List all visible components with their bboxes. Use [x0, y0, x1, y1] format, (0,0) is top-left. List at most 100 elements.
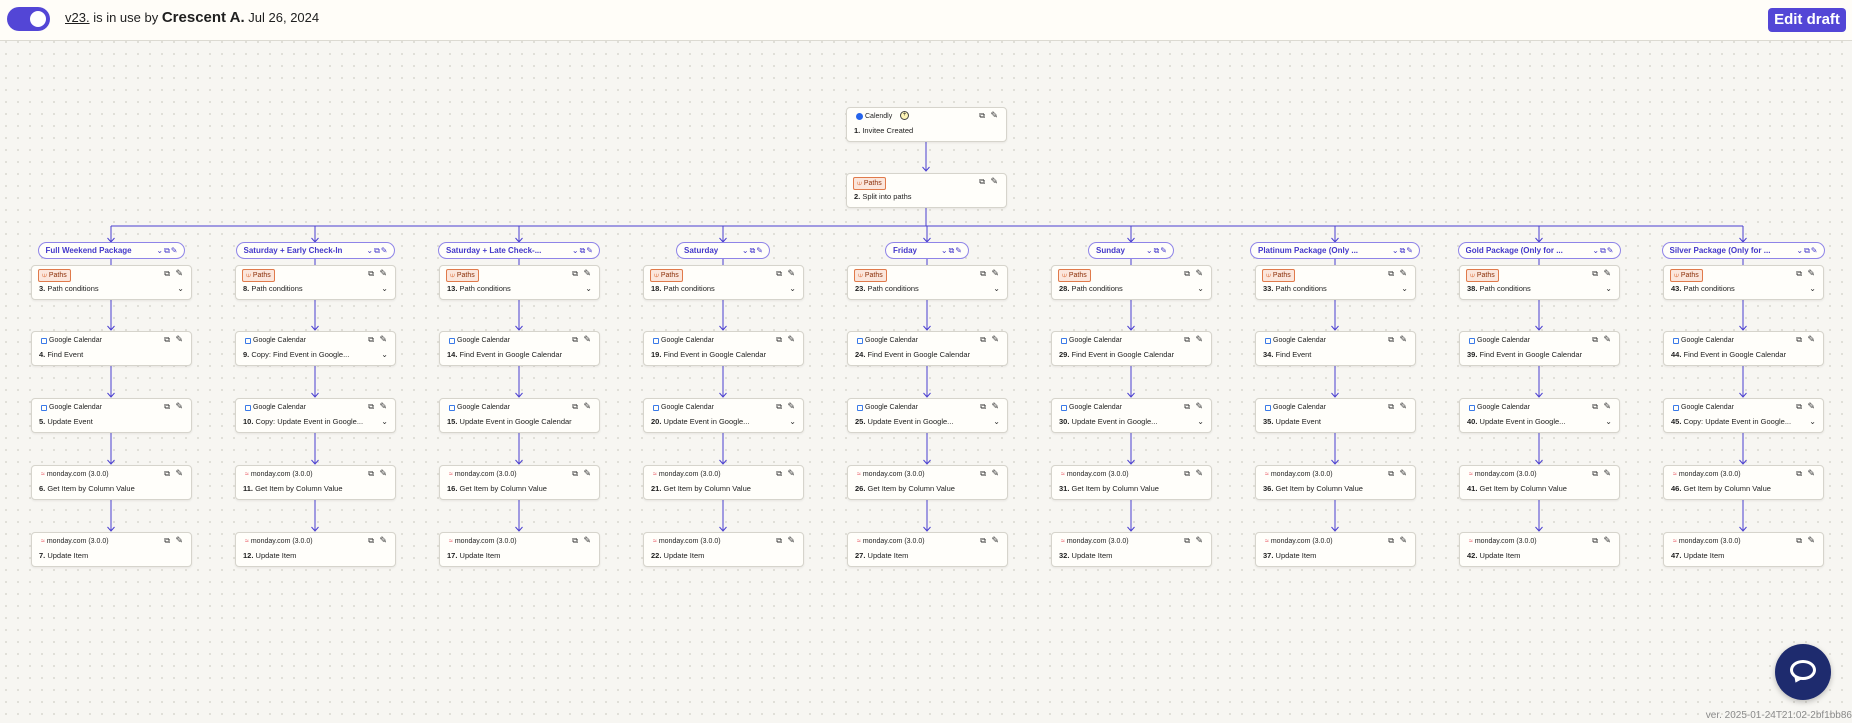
copy-icon[interactable]: ⧉ [1184, 270, 1190, 278]
copy-icon[interactable]: ⧉ [1592, 470, 1598, 478]
edit-pencil-icon[interactable]: ✎ [1807, 269, 1815, 278]
step-card[interactable]: Google Calendar 34. Find Event ⧉ ✎ [1255, 331, 1416, 366]
edit-pencil-icon[interactable]: ✎ [1195, 469, 1203, 478]
copy-icon[interactable]: ⧉ [1592, 537, 1598, 545]
step-card[interactable]: ≈ monday.com (3.0.0) 16. Get Item by Colum… [439, 465, 600, 500]
step-card[interactable]: ⟒ Paths 2. Split into paths ⧉ ✎ [846, 173, 1007, 208]
edit-pencil-icon[interactable]: ✎ [175, 402, 183, 411]
step-card[interactable]: Google Calendar 30. Update Event in Googl… [1051, 398, 1212, 433]
copy-icon[interactable]: ⧉ [164, 470, 170, 478]
step-card[interactable]: ⟒ Paths 33. Path conditions ⧉ ✎ ⌄ [1255, 265, 1416, 300]
step-card[interactable]: ⟒ Paths 13. Path conditions ⧉ ✎ ⌄ [439, 265, 600, 300]
edit-pencil-icon[interactable]: ✎ [583, 269, 591, 278]
edit-pencil-icon[interactable]: ✎ [787, 402, 795, 411]
branch-actions-icon[interactable]: ⌄⧉✎ [1592, 245, 1614, 256]
chevron-down-icon[interactable]: ⌄ [1605, 418, 1612, 426]
edit-pencil-icon[interactable]: ✎ [991, 536, 999, 545]
step-card[interactable]: Google Calendar 35. Update Event ⧉ ✎ [1255, 398, 1416, 433]
copy-icon[interactable]: ⧉ [979, 112, 985, 120]
edit-pencil-icon[interactable]: ✎ [175, 469, 183, 478]
copy-icon[interactable]: ⧉ [1592, 336, 1598, 344]
step-card[interactable]: Google Calendar 5. Update Event ⧉ ✎ [31, 398, 192, 433]
chevron-down-icon[interactable]: ⌄ [381, 418, 388, 426]
step-card[interactable]: ⟒ Paths 38. Path conditions ⧉ ✎ ⌄ [1459, 265, 1620, 300]
chevron-down-icon[interactable]: ⌄ [1401, 285, 1408, 293]
step-card[interactable]: Google Calendar 40. Update Event in Googl… [1459, 398, 1620, 433]
copy-icon[interactable]: ⧉ [980, 270, 986, 278]
step-card[interactable]: ≈ monday.com (3.0.0) 37. Update Item ⧉ ✎ [1255, 532, 1416, 567]
step-card[interactable]: ≈ monday.com (3.0.0) 32. Update Item ⧉ ✎ [1051, 532, 1212, 567]
step-card[interactable]: ⟒ Paths 43. Path conditions ⧉ ✎ ⌄ [1663, 265, 1824, 300]
branch-label-5[interactable]: Friday ⌄⧉✎ [885, 242, 969, 259]
copy-icon[interactable]: ⧉ [776, 270, 782, 278]
step-card[interactable]: ≈ monday.com (3.0.0) 7. Update Item ⧉ ✎ [31, 532, 192, 567]
branch-label-7[interactable]: Platinum Package (Only ... ⌄⧉✎ [1250, 242, 1420, 259]
edit-pencil-icon[interactable]: ✎ [175, 335, 183, 344]
copy-icon[interactable]: ⧉ [776, 537, 782, 545]
edit-pencil-icon[interactable]: ✎ [787, 536, 795, 545]
copy-icon[interactable]: ⧉ [1796, 336, 1802, 344]
branch-label-4[interactable]: Saturday ⌄⧉✎ [676, 242, 770, 259]
step-card[interactable]: Google Calendar 20. Update Event in Googl… [643, 398, 804, 433]
copy-icon[interactable]: ⧉ [572, 403, 578, 411]
step-card[interactable]: Google Calendar 45. Copy: Update Event in… [1663, 398, 1824, 433]
edit-pencil-icon[interactable]: ✎ [1195, 269, 1203, 278]
copy-icon[interactable]: ⧉ [1184, 336, 1190, 344]
edit-pencil-icon[interactable]: ✎ [1399, 269, 1407, 278]
copy-icon[interactable]: ⧉ [368, 403, 374, 411]
copy-icon[interactable]: ⧉ [572, 470, 578, 478]
copy-icon[interactable]: ⧉ [776, 336, 782, 344]
copy-icon[interactable]: ⧉ [1388, 270, 1394, 278]
chevron-down-icon[interactable]: ⌄ [993, 418, 1000, 426]
edit-pencil-icon[interactable]: ✎ [1399, 402, 1407, 411]
step-card[interactable]: Google Calendar 24. Find Event in Google … [847, 331, 1008, 366]
copy-icon[interactable]: ⧉ [980, 470, 986, 478]
chevron-down-icon[interactable]: ⌄ [789, 285, 796, 293]
copy-icon[interactable]: ⧉ [1388, 336, 1394, 344]
copy-icon[interactable]: ⧉ [368, 470, 374, 478]
step-card[interactable]: ⟒ Paths 8. Path conditions ⧉ ✎ ⌄ [235, 265, 396, 300]
branch-label-1[interactable]: Full Weekend Package ⌄⧉✎ [37, 242, 185, 259]
copy-icon[interactable]: ⧉ [776, 470, 782, 478]
step-card[interactable]: ≈ monday.com (3.0.0) 11. Get Item by Colum… [235, 465, 396, 500]
copy-icon[interactable]: ⧉ [572, 537, 578, 545]
copy-icon[interactable]: ⧉ [368, 537, 374, 545]
branch-label-8[interactable]: Gold Package (Only for ... ⌄⧉✎ [1457, 242, 1621, 259]
copy-icon[interactable]: ⧉ [164, 336, 170, 344]
edit-pencil-icon[interactable]: ✎ [991, 469, 999, 478]
edit-pencil-icon[interactable]: ✎ [1603, 335, 1611, 344]
edit-pencil-icon[interactable]: ✎ [1603, 536, 1611, 545]
step-card[interactable]: ≈ monday.com (3.0.0) 17. Update Item ⧉ ✎ [439, 532, 600, 567]
branch-actions-icon[interactable]: ⌄⧉✎ [366, 245, 388, 256]
copy-icon[interactable]: ⧉ [164, 537, 170, 545]
edit-pencil-icon[interactable]: ✎ [787, 269, 795, 278]
step-card[interactable]: ≈ monday.com (3.0.0) 21. Get Item by Colum… [643, 465, 804, 500]
copy-icon[interactable]: ⧉ [1184, 403, 1190, 411]
edit-pencil-icon[interactable]: ✎ [1603, 402, 1611, 411]
copy-icon[interactable]: ⧉ [1388, 403, 1394, 411]
step-card[interactable]: ⟒ Paths 3. Path conditions ⧉ ✎ ⌄ [31, 265, 192, 300]
edit-pencil-icon[interactable]: ✎ [175, 269, 183, 278]
step-card[interactable]: Google Calendar 19. Find Event in Google … [643, 331, 804, 366]
edit-pencil-icon[interactable]: ✎ [379, 469, 387, 478]
step-card[interactable]: Calendly +1. Invitee Created ⧉ ✎ [846, 107, 1007, 142]
step-card[interactable]: Google Calendar 4. Find Event ⧉ ✎ [31, 331, 192, 366]
edit-pencil-icon[interactable]: ✎ [379, 269, 387, 278]
edit-pencil-icon[interactable]: ✎ [583, 536, 591, 545]
step-card[interactable]: Google Calendar 29. Find Event in Google … [1051, 331, 1212, 366]
step-card[interactable]: Google Calendar 15. Update Event in Googl… [439, 398, 600, 433]
edit-pencil-icon[interactable]: ✎ [1603, 469, 1611, 478]
copy-icon[interactable]: ⧉ [572, 336, 578, 344]
chevron-down-icon[interactable]: ⌄ [1197, 285, 1204, 293]
copy-icon[interactable]: ⧉ [776, 403, 782, 411]
branch-actions-icon[interactable]: ⌄⧉✎ [1146, 245, 1168, 256]
step-card[interactable]: Google Calendar 39. Find Event in Google … [1459, 331, 1620, 366]
edit-pencil-icon[interactable]: ✎ [379, 335, 387, 344]
edit-pencil-icon[interactable]: ✎ [583, 402, 591, 411]
branch-actions-icon[interactable]: ⌄⧉✎ [941, 245, 963, 256]
edit-pencil-icon[interactable]: ✎ [990, 177, 998, 186]
branch-actions-icon[interactable]: ⌄⧉✎ [156, 245, 178, 256]
edit-pencil-icon[interactable]: ✎ [1807, 536, 1815, 545]
copy-icon[interactable]: ⧉ [368, 336, 374, 344]
edit-pencil-icon[interactable]: ✎ [991, 269, 999, 278]
